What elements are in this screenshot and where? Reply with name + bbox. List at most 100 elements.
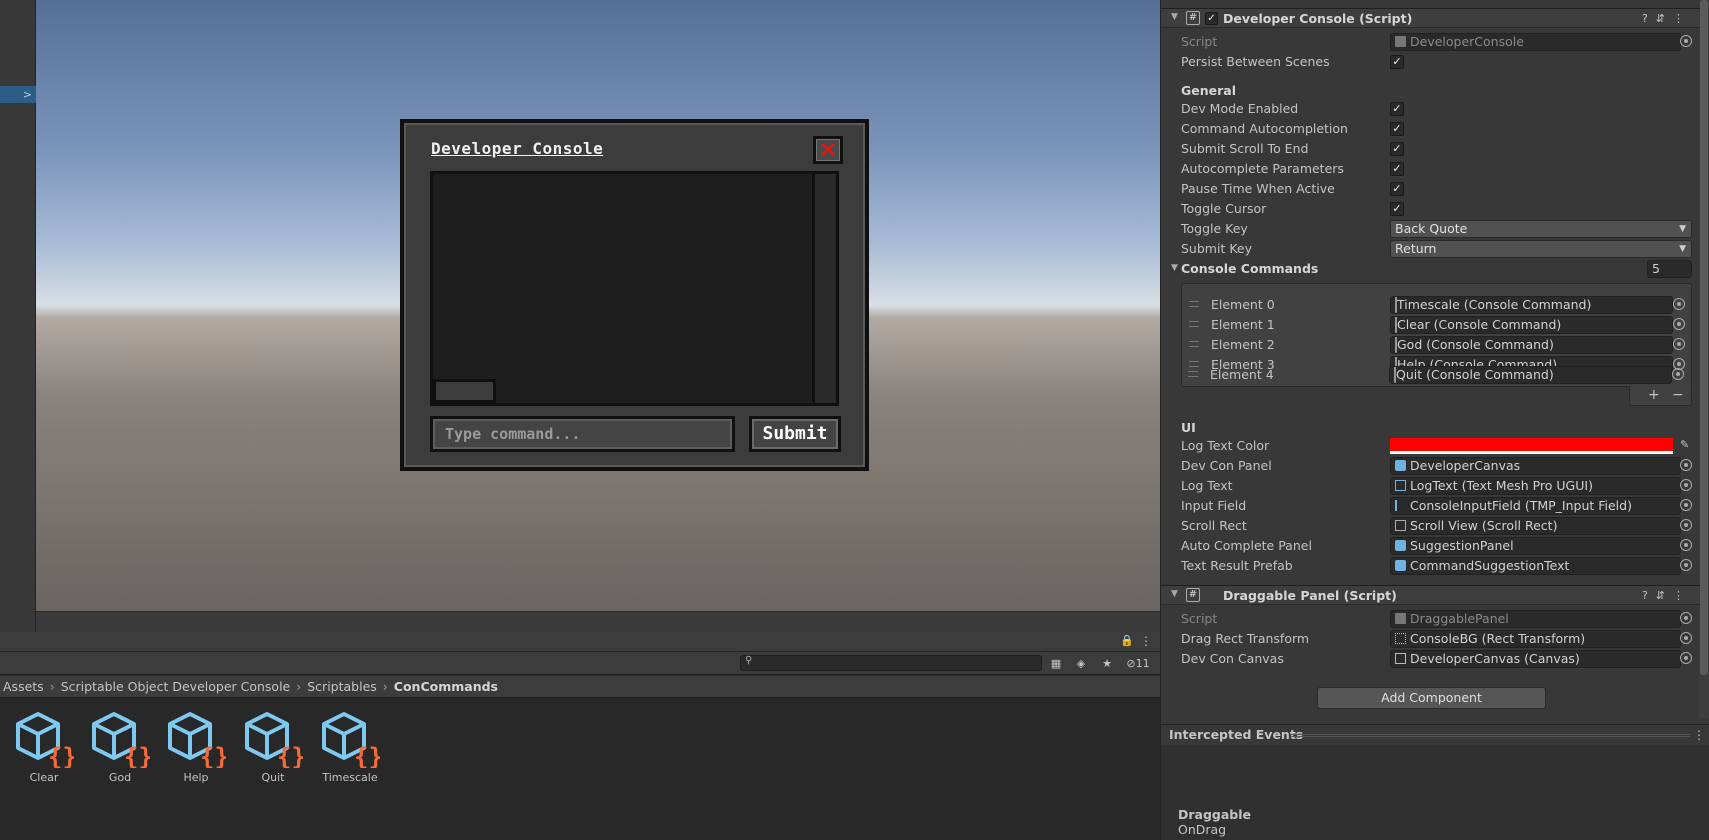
kebab-menu-icon[interactable]: ⋮ xyxy=(1693,725,1705,745)
persist-row: Persist Between Scenes ✓ xyxy=(1161,52,1700,72)
ref-object-field[interactable]: ConsoleInputField (TMP_Input Field) xyxy=(1390,497,1681,515)
list-item[interactable]: Element 4 Quit (Console Command) xyxy=(1181,365,1690,385)
command-autocompletion-checkbox[interactable]: ✓ xyxy=(1390,122,1404,136)
list-item[interactable]: Element 2 God (Console Command) xyxy=(1182,335,1691,355)
element-object-field[interactable]: Quit (Console Command) xyxy=(1389,366,1672,384)
console-vertical-scrollbar[interactable] xyxy=(812,174,836,403)
draggable-panel-component-header[interactable]: ▼ # Draggable Panel (Script) ?⇵⋮ xyxy=(1161,585,1700,605)
search-by-label-icon[interactable]: ◈ xyxy=(1070,655,1092,672)
drag-handle-icon[interactable] xyxy=(1189,321,1199,327)
element-object-field[interactable]: God (Console Command) xyxy=(1390,336,1673,354)
kebab-menu-icon[interactable]: ⋮ xyxy=(1673,12,1692,25)
preset-icon[interactable]: ⇵ xyxy=(1656,589,1673,602)
ref-object-field[interactable]: SuggestionPanel xyxy=(1390,537,1681,555)
ref-object-field[interactable]: LogText (Text Mesh Pro UGUI) xyxy=(1390,477,1681,495)
close-button[interactable] xyxy=(813,136,843,164)
intercepted-events-header[interactable]: Intercepted Events ⋮ xyxy=(1161,724,1709,744)
kebab-menu-icon[interactable]: ⋮ xyxy=(1673,589,1692,602)
search-by-type-icon[interactable]: ▦ xyxy=(1045,655,1067,672)
foldout-arrow-icon[interactable]: ▼ xyxy=(1171,263,1178,273)
asset-item[interactable]: {} God xyxy=(82,710,158,784)
command-input[interactable] xyxy=(433,419,732,449)
drag-handle-icon[interactable] xyxy=(1189,301,1199,307)
breadcrumb-item-current[interactable]: ConCommands xyxy=(394,679,498,694)
list-item[interactable]: Element 1 Clear (Console Command) xyxy=(1182,315,1691,335)
hidden-packages-toggle[interactable]: ⊘11 xyxy=(1121,655,1155,672)
pause-time-checkbox[interactable]: ✓ xyxy=(1390,182,1404,196)
dev-mode-enabled-checkbox[interactable]: ✓ xyxy=(1390,102,1404,116)
object-picker-icon[interactable] xyxy=(1680,519,1692,531)
drag-rect-field[interactable]: ConsoleBG (Rect Transform) xyxy=(1390,630,1681,648)
console-commands-row[interactable]: ▼ Console Commands 5 xyxy=(1161,259,1700,279)
toggle-key-dropdown[interactable]: Back Quote ▼ xyxy=(1390,220,1692,238)
submit-key-dropdown[interactable]: Return ▼ xyxy=(1390,240,1692,258)
kebab-menu-icon[interactable]: ⋮ xyxy=(1140,634,1152,648)
drag-handle-icon[interactable] xyxy=(1189,341,1199,347)
developer-console-component-header[interactable]: ▼ # ✓ Developer Console (Script) ?⇵⋮ xyxy=(1161,8,1700,28)
project-search-input[interactable]: ⚲ xyxy=(740,655,1042,671)
persist-checkbox[interactable]: ✓ xyxy=(1390,55,1404,69)
object-picker-icon[interactable] xyxy=(1680,652,1692,664)
breadcrumb-item[interactable]: Assets xyxy=(3,679,44,694)
console-log-area[interactable] xyxy=(430,171,839,406)
inspector-scrollbar[interactable] xyxy=(1699,0,1709,718)
lock-icon[interactable]: 🔒 xyxy=(1120,634,1134,647)
eyedropper-icon[interactable]: ✎ xyxy=(1680,438,1689,451)
element-object-field[interactable]: Clear (Console Command) xyxy=(1390,316,1673,334)
developer-console-window[interactable]: Developer Console Submit xyxy=(400,119,869,471)
ref-object-field[interactable]: Scroll View (Scroll Rect) xyxy=(1390,517,1681,535)
log-text-color-swatch[interactable] xyxy=(1390,438,1673,454)
persist-label: Persist Between Scenes xyxy=(1181,54,1330,69)
add-item-button[interactable]: + xyxy=(1648,386,1660,404)
ref-object-field[interactable]: DeveloperCanvas xyxy=(1390,457,1681,475)
object-picker-icon[interactable] xyxy=(1680,559,1692,571)
asset-item[interactable]: {} Timescale xyxy=(312,710,388,784)
help-icon[interactable]: ? xyxy=(1642,12,1656,25)
object-picker-icon[interactable] xyxy=(1680,479,1692,491)
toggle-row: Toggle Cursor ✓ xyxy=(1161,199,1700,219)
add-component-button[interactable]: Add Component xyxy=(1317,687,1546,709)
game-view[interactable]: Developer Console Submit xyxy=(36,0,1160,611)
object-picker-icon[interactable] xyxy=(1680,632,1692,644)
console-horizontal-scrollbar[interactable] xyxy=(433,379,496,403)
preset-icon[interactable]: ⇵ xyxy=(1656,12,1673,25)
asset-item[interactable]: {} Quit xyxy=(235,710,311,784)
foldout-arrow-icon[interactable]: ▼ xyxy=(1171,589,1178,599)
drag-handle-icon[interactable] xyxy=(1188,371,1198,377)
asset-item[interactable]: {} Help xyxy=(158,710,234,784)
list-item[interactable]: Element 0 Timescale (Console Command) xyxy=(1182,295,1691,315)
command-input-box[interactable] xyxy=(430,416,735,452)
foldout-arrow-icon[interactable]: ▼ xyxy=(1171,12,1178,22)
favorites-star-icon[interactable]: ★ xyxy=(1096,655,1118,672)
object-picker-icon[interactable] xyxy=(1680,539,1692,551)
dev-con-canvas-field[interactable]: DeveloperCanvas (Canvas) xyxy=(1390,650,1681,668)
help-icon[interactable]: ? xyxy=(1642,589,1656,602)
chevron-right-icon[interactable]: > xyxy=(23,86,32,103)
scrollbar-thumb[interactable] xyxy=(1700,0,1708,675)
autocomplete-parameters-checkbox[interactable]: ✓ xyxy=(1390,162,1404,176)
canvas-icon xyxy=(1395,653,1406,664)
object-picker-icon[interactable] xyxy=(1680,612,1692,624)
submit-button[interactable]: Submit xyxy=(749,416,841,452)
remove-item-button[interactable]: − xyxy=(1672,386,1684,404)
hierarchy-selected-item[interactable]: > xyxy=(0,86,36,103)
element-value: Quit (Console Command) xyxy=(1396,367,1554,382)
object-picker-icon[interactable] xyxy=(1673,298,1685,310)
ref-object-field[interactable]: CommandSuggestionText xyxy=(1390,557,1681,575)
object-picker-icon[interactable] xyxy=(1680,459,1692,471)
object-picker-icon[interactable] xyxy=(1673,318,1685,330)
object-picker-icon[interactable] xyxy=(1680,499,1692,511)
object-picker-icon[interactable] xyxy=(1672,368,1684,380)
submit-scroll-to-end-checkbox[interactable]: ✓ xyxy=(1390,142,1404,156)
element-label: Element 0 xyxy=(1211,297,1275,312)
breadcrumb-item[interactable]: Scriptables xyxy=(307,679,377,694)
object-picker-icon[interactable] xyxy=(1680,35,1692,47)
breadcrumb-item[interactable]: Scriptable Object Developer Console xyxy=(61,679,291,694)
component-enabled-checkbox[interactable]: ✓ xyxy=(1205,12,1218,25)
script-field: DraggablePanel xyxy=(1390,610,1681,628)
object-picker-icon[interactable] xyxy=(1673,338,1685,350)
console-commands-size-field[interactable]: 5 xyxy=(1647,260,1692,278)
toggle-cursor-checkbox[interactable]: ✓ xyxy=(1390,202,1404,216)
asset-item[interactable]: {} Clear xyxy=(6,710,82,784)
element-object-field[interactable]: Timescale (Console Command) xyxy=(1390,296,1673,314)
